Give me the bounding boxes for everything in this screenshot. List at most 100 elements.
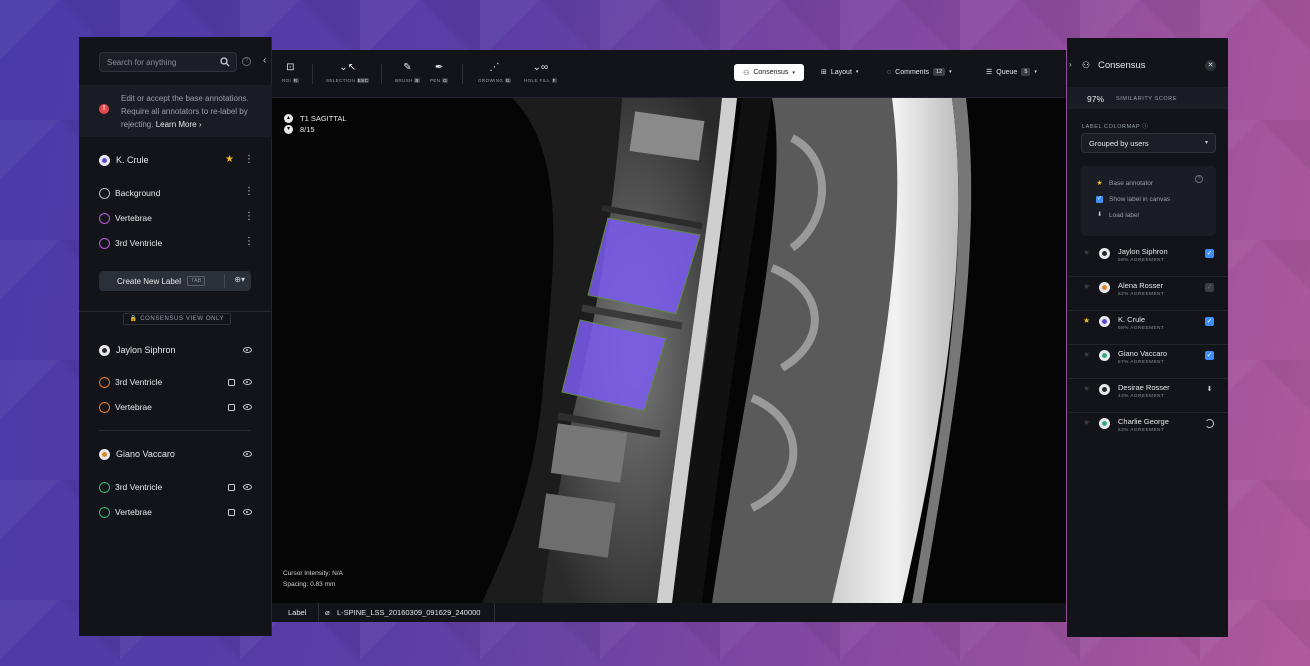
more-menu-icon[interactable]: ⋮ xyxy=(244,186,254,197)
avatar xyxy=(99,448,110,460)
brush-icon: ✎ xyxy=(403,62,412,73)
annotator-agreement: 68% AGREEMENT xyxy=(1118,326,1165,331)
star-icon[interactable]: ★ xyxy=(1083,350,1090,359)
consensus-dropdown-button[interactable]: ⚇ Consensus ▾ xyxy=(734,64,804,81)
annotator-row[interactable]: ★ Giano Vaccaro 57% AGREEMENT ✓ xyxy=(1067,345,1228,379)
group-label-3rd-ventricle[interactable]: 3rd Ventricle xyxy=(99,480,162,494)
label-item-background[interactable]: Background xyxy=(99,186,160,200)
more-menu-icon[interactable]: ⋮ xyxy=(244,211,254,222)
checkbox-checked-icon[interactable]: ✓ xyxy=(1205,317,1214,326)
search-input[interactable]: Search for anything xyxy=(99,52,237,72)
avatar xyxy=(99,154,110,166)
mri-canvas[interactable]: ▴ T1 SAGITTAL ▾ 8/15 Cursor Intensity: N… xyxy=(272,98,1066,603)
collapse-left-icon[interactable]: ‹ xyxy=(263,55,266,66)
label-cube-icon xyxy=(99,212,110,224)
group-label-vertebrae[interactable]: Vertebrae xyxy=(99,505,152,519)
tool-name: ROI xyxy=(282,78,292,83)
tool-name: GROWING xyxy=(478,78,504,83)
colormap-label: LABEL COLORMAP ⓘ xyxy=(1082,122,1148,130)
help-icon[interactable]: ? xyxy=(242,57,251,66)
label-item-vertebrae[interactable]: Vertebrae xyxy=(99,211,152,225)
tool-label: BRUSH B xyxy=(395,78,420,83)
queue-button[interactable]: ☰ Queue 5 ▾ xyxy=(986,68,1037,76)
eye-icon[interactable] xyxy=(243,347,252,353)
consensus-panel: › ⚇ Consensus ✕ 97% SIMILARITY SCORE LAB… xyxy=(1067,38,1228,637)
star-icon[interactable]: ★ xyxy=(1083,316,1090,325)
eye-icon[interactable] xyxy=(243,379,252,385)
download-icon: ⬇ xyxy=(1096,212,1103,218)
expand-icon[interactable]: › xyxy=(1069,60,1072,69)
help-icon[interactable]: ⓘ xyxy=(1142,124,1148,130)
eye-icon[interactable] xyxy=(243,484,252,490)
annotator-row[interactable]: ★ Charlie George 63% AGREEMENT xyxy=(1067,413,1228,447)
avatar xyxy=(1099,350,1110,361)
label-tab[interactable]: Label xyxy=(288,608,306,617)
help-icon[interactable]: ? xyxy=(1195,175,1203,183)
load-label-option[interactable]: ⬇ Load label xyxy=(1096,212,1139,219)
checkbox-checked-icon[interactable]: ✓ xyxy=(1205,351,1214,360)
eye-icon[interactable] xyxy=(243,451,252,457)
star-icon[interactable]: ★ xyxy=(1083,248,1090,257)
avatar xyxy=(99,344,110,356)
series-row: ▴ T1 SAGITTAL xyxy=(284,114,347,123)
notice-text: Edit or accept the base annotations. Req… xyxy=(121,92,266,131)
star-icon[interactable]: ★ xyxy=(1083,282,1090,291)
current-user-row[interactable]: K. Crule xyxy=(99,153,149,167)
globe-dropdown-icon[interactable]: ⊕▾ xyxy=(234,275,245,284)
similarity-value: 97% xyxy=(1087,94,1105,104)
selection-tool[interactable]: ⌄↖ SELECTION ESC xyxy=(326,62,370,83)
annotator-group-jaylon[interactable]: Jaylon Siphron xyxy=(99,343,176,357)
star-icon[interactable]: ★ xyxy=(225,154,234,165)
attachment-icon: ⌀ xyxy=(325,608,330,617)
comments-button[interactable]: ◌ Comments 12 ▾ xyxy=(887,68,952,76)
annotator-row[interactable]: ★ Desirae Rosser 43% AGREEMENT ⬇ xyxy=(1067,379,1228,413)
chevron-down-icon: ▾ xyxy=(949,69,952,75)
star-icon[interactable]: ★ xyxy=(1083,384,1090,393)
chevron-down-icon[interactable]: ▾ xyxy=(284,125,293,134)
annotator-row[interactable]: ★ K. Crule 68% AGREEMENT ✓ xyxy=(1067,311,1228,345)
create-new-label-button[interactable]: Create New Label TAB ⊕▾ xyxy=(99,271,251,291)
label-name: 3rd Ventricle xyxy=(115,377,163,387)
cursor-icon: ⌄↖ xyxy=(339,62,356,73)
layout-icon: ⊞ xyxy=(821,69,827,76)
learn-more-link[interactable]: Learn More › xyxy=(156,120,202,129)
group-label-3rd-ventricle[interactable]: 3rd Ventricle xyxy=(99,375,162,389)
consensus-view-only-badge: 🔒 CONSENSUS VIEW ONLY xyxy=(123,313,231,325)
roi-icon: ⊡ xyxy=(286,62,295,73)
slice-row: ▾ 8/15 xyxy=(284,125,347,134)
annotator-agreement: 58% AGREEMENT xyxy=(1118,258,1165,263)
chevron-up-icon[interactable]: ▴ xyxy=(284,114,293,123)
close-icon[interactable]: ✕ xyxy=(1205,60,1216,71)
hole-fill-icon: ⌄∞ xyxy=(532,62,549,73)
label-item-3rd-ventricle[interactable]: 3rd Ventricle xyxy=(99,236,162,250)
eye-icon[interactable] xyxy=(243,404,252,410)
colormap-select[interactable]: Grouped by users ▾ xyxy=(1081,133,1216,153)
layout-button[interactable]: ⊞ Layout ▾ xyxy=(821,68,858,77)
hole-fill-tool[interactable]: ⌄∞ HOLE FILL F xyxy=(524,62,557,83)
learn-more-label: Learn More xyxy=(155,120,197,129)
download-icon[interactable]: ⬇ xyxy=(1205,385,1214,394)
annotator-row[interactable]: ★ Jaylon Siphron 58% AGREEMENT ✓ xyxy=(1067,243,1228,277)
show-label-option[interactable]: ✓ Show label in canvas xyxy=(1096,196,1170,203)
user-name: K. Crule xyxy=(116,155,149,165)
series-name: T1 SAGITTAL xyxy=(300,114,347,123)
annotator-group-giano[interactable]: Giano Vaccaro xyxy=(99,447,175,461)
left-panel: Search for anything ? ‹ ! Edit or accept… xyxy=(79,37,272,636)
growing-icon: ⋰ xyxy=(489,62,500,73)
checkbox-checked-icon[interactable]: ✓ xyxy=(1205,249,1214,258)
annotator-row[interactable]: ★ Alena Rosser 62% AGREEMENT ✓ xyxy=(1067,277,1228,311)
option-label: Show label in canvas xyxy=(1109,196,1171,203)
pen-tool[interactable]: ✒ PEN G xyxy=(430,62,449,83)
group-label-vertebrae[interactable]: Vertebrae xyxy=(99,400,152,414)
star-icon[interactable]: ★ xyxy=(1083,418,1090,427)
more-menu-icon[interactable]: ⋮ xyxy=(244,236,254,247)
annotator-name: Jaylon Siphron xyxy=(1118,247,1168,256)
eye-icon[interactable] xyxy=(243,509,252,515)
roi-tool[interactable]: ⊡ ROI R xyxy=(282,62,299,83)
growing-tool[interactable]: ⋰ GROWING G xyxy=(478,62,511,83)
checkbox-checked-icon[interactable]: ✓ xyxy=(1096,196,1103,203)
tool-name: PEN xyxy=(430,78,441,83)
more-menu-icon[interactable]: ⋮ xyxy=(244,154,254,165)
brush-tool[interactable]: ✎ BRUSH B xyxy=(395,62,420,83)
create-label-text: Create New Label xyxy=(117,276,182,286)
